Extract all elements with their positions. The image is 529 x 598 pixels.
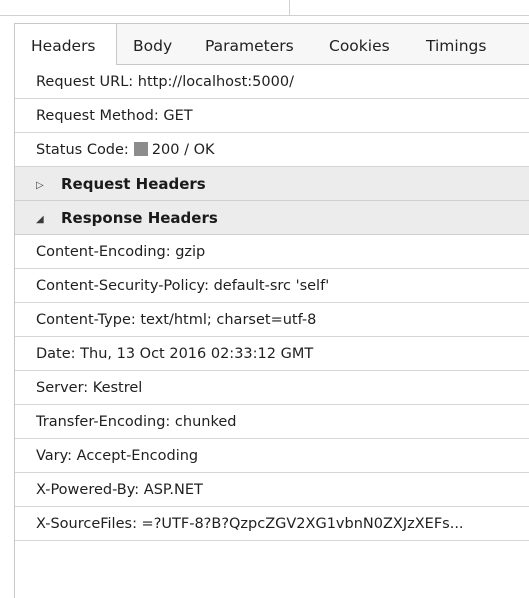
header-text: Content-Encoding: gzip <box>36 244 206 260</box>
header-row: Vary: Accept-Encoding <box>15 439 529 473</box>
header-text: X-SourceFiles: =?UTF-8?B?QzpcZGV2XG1vbnN… <box>36 516 464 532</box>
tab-body[interactable]: Body <box>133 24 172 64</box>
collapse-arrow-icon: ◢ <box>36 214 44 225</box>
header-row: Content-Encoding: gzip <box>15 235 529 269</box>
expand-arrow-icon: ▷ <box>36 180 44 191</box>
header-text: Content-Security-Policy: default-src 'se… <box>36 278 330 294</box>
status-indicator-icon <box>133 142 148 156</box>
header-text: Date: Thu, 13 Oct 2016 02:33:12 GMT <box>36 346 314 362</box>
request-method-row: Request Method: GET <box>15 99 529 133</box>
tab-timings[interactable]: Timings <box>426 24 486 64</box>
status-code-label: Status Code: <box>36 142 129 158</box>
tab-cookies[interactable]: Cookies <box>329 24 390 64</box>
request-headers-label: Request Headers <box>61 175 206 193</box>
status-code-row: Status Code: 200 / OK <box>15 133 529 167</box>
tab-headers[interactable]: Headers <box>15 24 117 65</box>
request-url-row: Request URL: http://localhost:5000/ <box>15 65 529 99</box>
top-toolbar <box>0 0 529 16</box>
response-headers-label: Response Headers <box>61 209 218 227</box>
header-text: Server: Kestrel <box>36 380 143 396</box>
header-text: Vary: Accept-Encoding <box>36 448 199 464</box>
tab-parameters[interactable]: Parameters <box>205 24 294 64</box>
header-text: Content-Type: text/html; charset=utf-8 <box>36 312 317 328</box>
toolbar-divider <box>0 15 529 16</box>
request-details-panel: Headers Body Parameters Cookies Timings … <box>14 23 529 598</box>
header-row: Content-Type: text/html; charset=utf-8 <box>15 303 529 337</box>
header-row: Date: Thu, 13 Oct 2016 02:33:12 GMT <box>15 337 529 371</box>
status-code-value: 200 / OK <box>151 142 215 158</box>
request-method-text: Request Method: GET <box>36 108 193 124</box>
header-text: X-Powered-By: ASP.NET <box>36 482 203 498</box>
header-row: Server: Kestrel <box>15 371 529 405</box>
details-tabs: Headers Body Parameters Cookies Timings <box>15 24 529 65</box>
header-row: X-Powered-By: ASP.NET <box>15 473 529 507</box>
request-url-text: Request URL: http://localhost:5000/ <box>36 74 294 90</box>
header-row: Transfer-Encoding: chunked <box>15 405 529 439</box>
toolbar-separator <box>289 0 290 16</box>
header-row: Content-Security-Policy: default-src 'se… <box>15 269 529 303</box>
header-text: Transfer-Encoding: chunked <box>36 414 237 430</box>
header-row: X-SourceFiles: =?UTF-8?B?QzpcZGV2XG1vbnN… <box>15 507 529 541</box>
request-headers-section[interactable]: ▷ Request Headers <box>15 167 529 201</box>
response-headers-section[interactable]: ◢ Response Headers <box>15 201 529 235</box>
